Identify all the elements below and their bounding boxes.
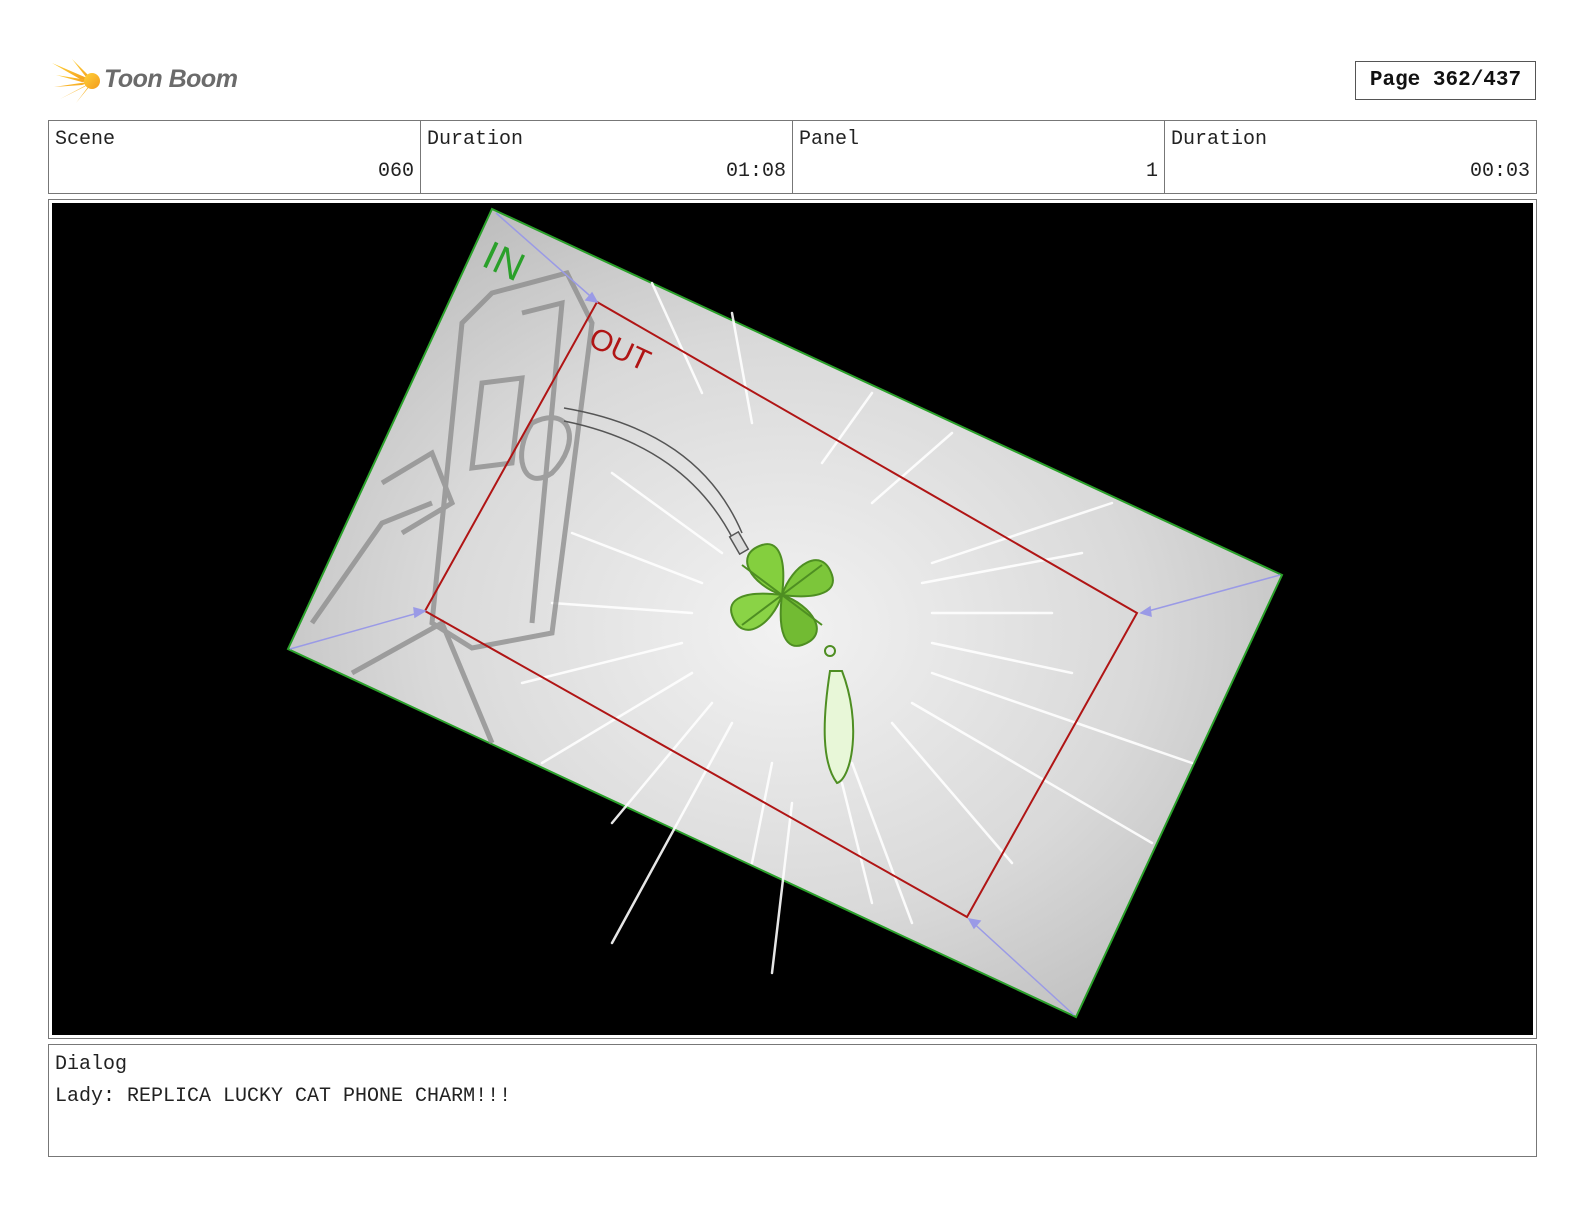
page-number: Page 362/437 [1355,61,1536,100]
panel-drawing: IN OUT [286,207,1284,1019]
scene-duration-cell: Duration 01:08 [421,121,793,193]
scene-value: 060 [377,160,414,183]
toon-boom-logo: Toon Boom [50,55,250,107]
scene-info-table: Scene 060 Duration 01:08 Panel 1 Duratio… [48,120,1537,194]
dialog-text: Lady: REPLICA LUCKY CAT PHONE CHARM!!! [55,1085,512,1108]
dialog-label: Dialog [55,1053,128,1076]
panel-duration-cell: Duration 00:03 [1165,121,1536,193]
panel-value: 1 [1145,160,1158,183]
brand-name: Toon Boom [104,65,238,93]
storyboard-panel-frame: IN OUT [48,199,1537,1039]
dialog-box: Dialog Lady: REPLICA LUCKY CAT PHONE CHA… [48,1044,1537,1157]
storyboard-panel: IN OUT [52,203,1533,1035]
panel-label: Panel [799,128,860,151]
panel-duration-value: 00:03 [1469,160,1530,183]
panel-cell: Panel 1 [793,121,1165,193]
scene-duration-value: 01:08 [725,160,786,183]
scene-cell: Scene 060 [49,121,421,193]
scene-duration-label: Duration [427,128,524,151]
sunburst-logo-icon [52,59,100,103]
scene-label: Scene [55,128,116,151]
panel-duration-label: Duration [1171,128,1268,151]
